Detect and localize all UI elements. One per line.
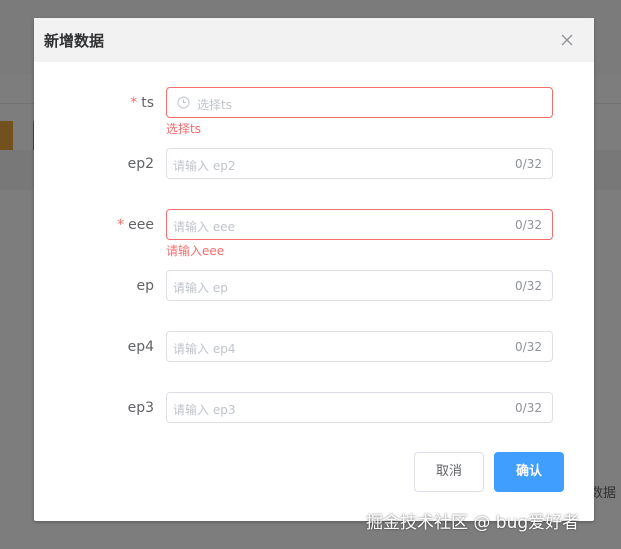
ep2-char-count: 0/32: [515, 157, 542, 171]
ts-error-message: 选择ts: [166, 122, 201, 136]
ts-placeholder: 选择ts: [197, 98, 232, 112]
ep-char-count: 0/32: [515, 279, 542, 293]
ep3-placeholder: 请输入 ep3: [173, 403, 236, 417]
cancel-button[interactable]: 取消: [414, 452, 484, 492]
ep2-input[interactable]: 请输入 ep2 0/32: [166, 148, 553, 179]
ep3-char-count: 0/32: [515, 401, 542, 415]
confirm-button[interactable]: 确认: [494, 452, 564, 492]
dialog-title: 新增数据: [44, 32, 105, 50]
ep4-input[interactable]: 请输入 ep4 0/32: [166, 331, 553, 362]
required-mark: *: [117, 217, 125, 233]
clock-icon: [177, 96, 190, 109]
ep2-label: ep2: [127, 156, 154, 172]
watermark: 掘金技术社区 @ bug爱好者: [366, 513, 580, 533]
ep2-placeholder: 请输入 ep2: [173, 159, 236, 173]
eee-char-count: 0/32: [515, 218, 542, 232]
eee-placeholder: 请输入 eee: [173, 220, 235, 234]
close-icon[interactable]: [560, 33, 574, 47]
eee-input[interactable]: 请输入 eee 0/32: [166, 209, 553, 240]
eee-error-message: 请输入eee: [166, 244, 225, 258]
eee-label: * eee: [117, 217, 154, 233]
ep-placeholder: 请输入 ep: [173, 281, 228, 295]
ep4-placeholder: 请输入 ep4: [173, 342, 236, 356]
ts-label-text: ts: [141, 95, 154, 111]
dialog-header: 新增数据: [34, 18, 594, 62]
add-data-dialog: 新增数据 * ts 选择ts 选择ts ep2 请输入 ep2 0/32 * eee…: [34, 18, 594, 521]
ep-input[interactable]: 请输入 ep 0/32: [166, 270, 553, 301]
ts-label: * ts: [130, 95, 154, 111]
ep-label: ep: [136, 278, 155, 294]
ep4-label: ep4: [127, 339, 154, 355]
ts-datetime-picker[interactable]: 选择ts: [166, 87, 553, 118]
required-mark: *: [130, 95, 138, 111]
ep4-char-count: 0/32: [515, 340, 542, 354]
eee-label-text: eee: [128, 217, 154, 233]
ep3-label: ep3: [127, 400, 154, 416]
ep3-input[interactable]: 请输入 ep3 0/32: [166, 392, 553, 423]
